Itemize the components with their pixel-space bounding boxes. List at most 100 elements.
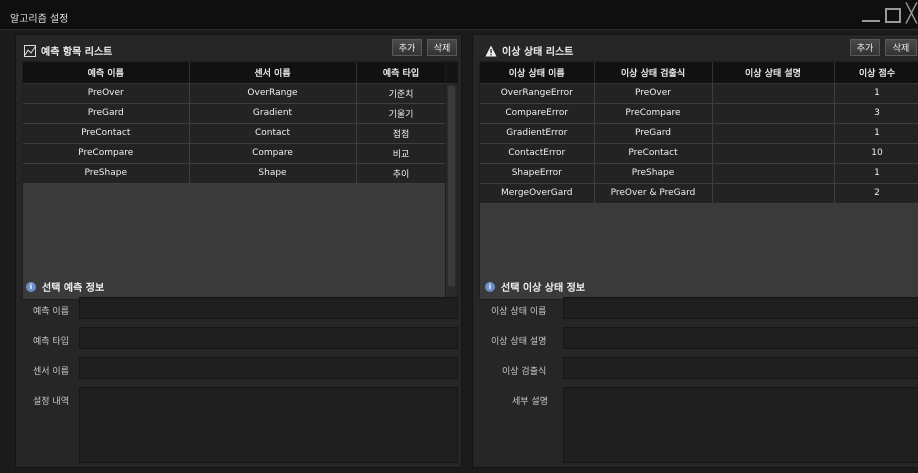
prediction-name-cell[interactable]: PreShape <box>23 163 190 184</box>
selected-abnormal-state-title: 선택 이상 상태 정보 <box>501 283 586 294</box>
abnormal-state-list-title: 이상 상태 리스트 <box>502 47 574 58</box>
table-row[interactable]: GradientError PreGard 1 <box>480 123 918 144</box>
state-description-cell[interactable] <box>712 123 835 144</box>
delete-abnormal-state-button[interactable]: 삭제 <box>885 39 917 56</box>
selected-prediction-header: i 선택 예측 정보 <box>26 279 104 294</box>
prediction-panel: 예측 항목 리스트 추가 삭제 예측 이름 센서 이름 예측 타입 PreOve… <box>15 34 462 468</box>
table-header-row: 예측 이름 센서 이름 예측 타입 <box>23 62 447 84</box>
sensor-name-cell[interactable]: Contact <box>189 123 357 144</box>
score-cell[interactable]: 3 <box>834 103 918 124</box>
sensor-name-field[interactable] <box>79 357 458 379</box>
table-row[interactable]: PreGard Gradient 기울기 <box>23 103 447 124</box>
selected-prediction-title: 선택 예측 정보 <box>42 283 105 294</box>
table-row[interactable]: MergeOverGard PreOver & PreGard 2 <box>480 183 918 204</box>
prediction-name-cell[interactable]: PreCompare <box>23 143 190 164</box>
score-cell[interactable]: 1 <box>834 83 918 104</box>
table-row[interactable]: ShapeError PreShape 1 <box>480 163 918 184</box>
sensor-name-cell[interactable]: Compare <box>189 143 357 164</box>
state-name-cell[interactable]: MergeOverGard <box>480 183 595 204</box>
state-description-cell[interactable] <box>712 83 835 104</box>
sensor-name-cell[interactable]: Gradient <box>189 103 357 124</box>
column-header[interactable]: 이상 상태 검출식 <box>594 62 713 84</box>
field-label: 예측 타입 <box>33 337 69 347</box>
prediction-type-cell[interactable]: 추이 <box>356 163 447 184</box>
state-description-cell[interactable] <box>712 103 835 124</box>
column-header[interactable]: 센서 이름 <box>189 62 357 84</box>
detail-description-field[interactable] <box>563 387 918 463</box>
column-header[interactable]: 이상 상태 이름 <box>480 62 595 84</box>
table-row[interactable]: PreCompare Compare 비교 <box>23 143 447 164</box>
scrollbar-thumb[interactable] <box>448 86 455 286</box>
column-header[interactable]: 이상 점수 <box>834 62 918 84</box>
sensor-name-cell[interactable]: OverRange <box>189 83 357 104</box>
detection-formula-field[interactable] <box>563 357 918 379</box>
prediction-type-cell[interactable]: 비교 <box>356 143 447 164</box>
table-row[interactable]: PreShape Shape 추이 <box>23 163 447 184</box>
table-row[interactable]: PreContact Contact 접점 <box>23 123 447 144</box>
field-label: 센서 이름 <box>33 367 69 377</box>
prediction-list-title: 예측 항목 리스트 <box>41 47 113 58</box>
state-description-cell[interactable] <box>712 143 835 164</box>
abnormal-state-list-header: 이상 상태 리스트 <box>485 43 573 58</box>
score-cell[interactable]: 2 <box>834 183 918 204</box>
window-title: 알고리즘 설정 <box>10 14 69 25</box>
title-bar: 알고리즘 설정 ╳ <box>0 0 918 30</box>
state-description-cell[interactable] <box>712 163 835 184</box>
prediction-list-header: 예측 항목 리스트 <box>24 43 112 58</box>
sensor-name-cell[interactable]: Shape <box>189 163 357 184</box>
score-cell[interactable]: 1 <box>834 123 918 144</box>
prediction-name-field[interactable] <box>79 297 458 319</box>
state-name-cell[interactable]: OverRangeError <box>480 83 595 104</box>
state-name-cell[interactable]: ShapeError <box>480 163 595 184</box>
column-header[interactable]: 예측 이름 <box>23 62 190 84</box>
score-cell[interactable]: 10 <box>834 143 918 164</box>
detection-formula-cell[interactable]: PreOver & PreGard <box>594 183 713 204</box>
prediction-table: 예측 이름 센서 이름 예측 타입 PreOver OverRange 기준치 … <box>23 62 447 184</box>
prediction-name-cell[interactable]: PreGard <box>23 103 190 124</box>
state-name-cell[interactable]: GradientError <box>480 123 595 144</box>
abnormal-state-panel: 이상 상태 리스트 추가 삭제 이상 상태 이름 이상 상태 검출식 이상 상태… <box>472 34 918 468</box>
table-row[interactable]: PreOver OverRange 기준치 <box>23 83 447 104</box>
field-label: 이상 상태 이름 <box>491 307 547 317</box>
abnormal-state-table-container: 이상 상태 이름 이상 상태 검출식 이상 상태 설명 이상 점수 OverRa… <box>479 61 918 300</box>
detection-formula-cell[interactable]: PreGard <box>594 123 713 144</box>
state-name-cell[interactable]: ContactError <box>480 143 595 164</box>
close-icon[interactable]: ╳ <box>906 4 917 24</box>
abnormal-state-description-field[interactable] <box>563 327 918 349</box>
field-label: 설정 내역 <box>33 397 69 407</box>
minimize-icon[interactable] <box>862 20 880 22</box>
add-abnormal-state-button[interactable]: 추가 <box>850 39 880 56</box>
column-header[interactable]: 예측 타입 <box>356 62 447 84</box>
abnormal-state-name-field[interactable] <box>563 297 918 319</box>
field-label: 세부 설명 <box>512 397 548 407</box>
prediction-table-container: 예측 이름 센서 이름 예측 타입 PreOver OverRange 기준치 … <box>22 61 458 300</box>
delete-prediction-button[interactable]: 삭제 <box>427 39 457 56</box>
settings-detail-field[interactable] <box>79 387 458 463</box>
detection-formula-cell[interactable]: PreShape <box>594 163 713 184</box>
field-label: 이상 상태 설명 <box>491 337 547 347</box>
prediction-name-cell[interactable]: PreOver <box>23 83 190 104</box>
score-cell[interactable]: 1 <box>834 163 918 184</box>
column-header[interactable]: 이상 상태 설명 <box>712 62 835 84</box>
info-icon: i <box>485 281 495 292</box>
state-description-cell[interactable] <box>712 183 835 204</box>
prediction-type-field[interactable] <box>79 327 458 349</box>
table-row[interactable]: ContactError PreContact 10 <box>480 143 918 164</box>
prediction-type-cell[interactable]: 기준치 <box>356 83 447 104</box>
prediction-type-cell[interactable]: 기울기 <box>356 103 447 124</box>
vertical-scrollbar[interactable] <box>445 62 458 299</box>
field-label: 예측 이름 <box>33 307 69 317</box>
state-name-cell[interactable]: CompareError <box>480 103 595 124</box>
prediction-type-cell[interactable]: 접점 <box>356 123 447 144</box>
detection-formula-cell[interactable]: PreContact <box>594 143 713 164</box>
detection-formula-cell[interactable]: PreOver <box>594 83 713 104</box>
table-row[interactable]: OverRangeError PreOver 1 <box>480 83 918 104</box>
detection-formula-cell[interactable]: PreCompare <box>594 103 713 124</box>
selected-abnormal-state-header: i 선택 이상 상태 정보 <box>485 279 585 294</box>
add-prediction-button[interactable]: 추가 <box>392 39 422 56</box>
table-header-row: 이상 상태 이름 이상 상태 검출식 이상 상태 설명 이상 점수 <box>480 62 918 84</box>
warning-icon <box>485 45 497 56</box>
maximize-icon[interactable] <box>885 8 901 23</box>
table-row[interactable]: CompareError PreCompare 3 <box>480 103 918 124</box>
prediction-name-cell[interactable]: PreContact <box>23 123 190 144</box>
